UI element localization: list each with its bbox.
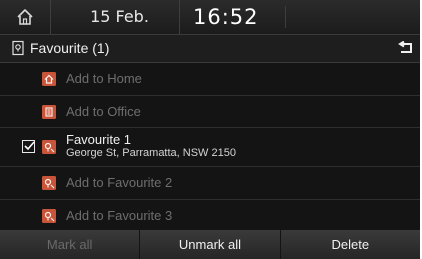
add-favourite-2-label: Add to Favourite 2 — [66, 175, 173, 190]
favourite-pin-icon — [42, 140, 56, 154]
back-button[interactable] — [394, 37, 418, 59]
list-item-add-favourite-3[interactable]: Add to Favourite 3 — [0, 200, 420, 232]
office-pin-icon — [42, 104, 56, 119]
mark-all-button[interactable]: Mark all — [0, 230, 141, 259]
favourite-folder-icon — [12, 40, 24, 56]
title-bar: Favourite (1) — [0, 35, 420, 63]
favourite-1-checkbox[interactable] — [22, 140, 35, 153]
status-date: 15 Feb. — [60, 0, 180, 34]
unmark-all-button[interactable]: Unmark all — [140, 230, 281, 259]
status-time: 16:52 — [193, 5, 259, 29]
favourite-pin-icon — [42, 176, 56, 190]
checkmark-icon — [24, 141, 35, 151]
list-item-add-home[interactable]: Add to Home — [0, 63, 420, 96]
action-bar: Mark all Unmark all Delete — [0, 230, 420, 259]
delete-button[interactable]: Delete — [280, 230, 420, 259]
navigation-screen: 15 Feb. 16:52 Favourite (1) Add to Home — [0, 0, 420, 259]
status-bar: 15 Feb. 16:52 — [0, 0, 420, 35]
page-title: Favourite (1) — [30, 40, 110, 56]
list-item-favourite-1[interactable]: Favourite 1 George St, Parramatta, NSW 2… — [0, 128, 420, 167]
home-icon — [17, 9, 33, 25]
add-home-label: Add to Home — [66, 71, 142, 86]
add-favourite-3-label: Add to Favourite 3 — [66, 207, 173, 223]
status-divider — [285, 6, 286, 28]
home-pin-icon — [42, 72, 56, 86]
back-arrow-icon — [398, 41, 412, 53]
favourite-list: Add to Home Add to Office Favourite 1 Ge… — [0, 63, 420, 232]
add-office-label: Add to Office — [66, 103, 141, 119]
list-item-add-office[interactable]: Add to Office — [0, 96, 420, 128]
favourite-1-address: George St, Parramatta, NSW 2150 — [66, 147, 236, 159]
favourite-1-name: Favourite 1 — [66, 132, 132, 147]
list-item-add-favourite-2[interactable]: Add to Favourite 2 — [0, 167, 420, 200]
favourite-pin-icon — [42, 208, 56, 223]
home-button[interactable] — [0, 0, 51, 34]
